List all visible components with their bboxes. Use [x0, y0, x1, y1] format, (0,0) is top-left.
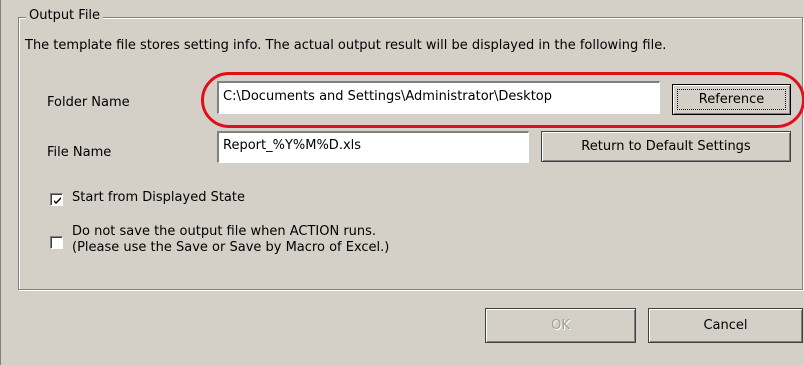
- reference-button[interactable]: Reference: [672, 84, 791, 115]
- return-to-default-button[interactable]: Return to Default Settings: [541, 131, 791, 162]
- file-name-field[interactable]: Report_%Y%M%D.xls: [217, 131, 529, 163]
- group-title: Output File: [26, 8, 104, 24]
- output-settings-dialog: Output File The template file stores set…: [0, 0, 804, 365]
- do-not-save-label: Do not save the output file when ACTION …: [72, 224, 389, 256]
- cancel-button[interactable]: Cancel: [648, 308, 803, 343]
- do-not-save-label-line2: (Please use the Save or Save by Macro of…: [72, 240, 390, 255]
- start-displayed-label: Start from Displayed State: [72, 190, 245, 205]
- reference-button-label: Reference: [677, 89, 786, 110]
- do-not-save-checkbox[interactable]: [50, 236, 63, 249]
- ok-button[interactable]: OK: [485, 308, 636, 343]
- folder-name-field[interactable]: C:\Documents and Settings\Administrator\…: [217, 81, 660, 114]
- start-displayed-checkbox[interactable]: [50, 193, 63, 206]
- file-name-label: File Name: [47, 145, 112, 160]
- do-not-save-label-line1: Do not save the output file when ACTION …: [72, 224, 377, 239]
- folder-name-label: Folder Name: [47, 95, 130, 110]
- description-text: The template file stores setting info. T…: [25, 38, 667, 53]
- checkmark-icon: [54, 197, 61, 204]
